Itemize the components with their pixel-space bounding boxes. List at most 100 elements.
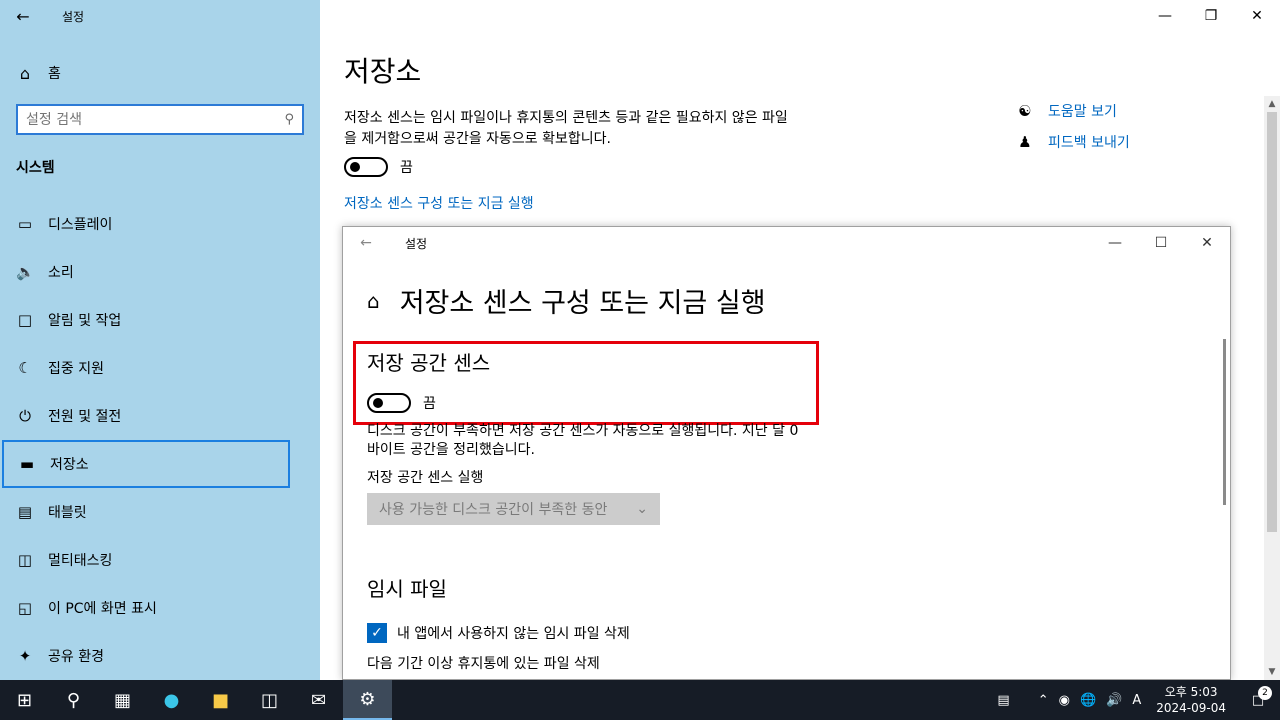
scrollbar-thumb[interactable]	[1267, 112, 1277, 532]
sidebar-item-notifications[interactable]: □ 알림 및 작업	[0, 296, 320, 344]
feedback-link-row[interactable]: ♟ 피드백 보내기	[1016, 132, 1130, 152]
sidebar-item-label: 집중 지원	[48, 361, 104, 377]
minimize-button[interactable]: —	[1142, 0, 1188, 32]
clock-date: 2024-09-04	[1156, 701, 1226, 715]
child-header: ⌂ 저장소 센스 구성 또는 지금 실행	[367, 281, 766, 320]
dropdown-value: 사용 가능한 디스크 공간이 부족한 동안	[379, 502, 608, 518]
store-button[interactable]: ◫	[245, 680, 294, 720]
sidebar-item-label: 멀티태스킹	[48, 553, 113, 569]
sidebar-item-label: 이 PC에 화면 표시	[48, 601, 157, 617]
sidebar-item-power[interactable]: ⏻ 전원 및 절전	[0, 392, 320, 440]
sidebar-item-display[interactable]: ▭ 디스플레이	[0, 200, 320, 248]
home-icon[interactable]: ⌂	[367, 289, 380, 313]
chevron-down-icon: ⌄	[636, 501, 648, 517]
clock[interactable]: 오후 5:03 2024-09-04	[1146, 684, 1236, 716]
storage-sense-window: ← 설정 — ☐ ✕ ⌂ 저장소 센스 구성 또는 지금 실행 저장 공간 센스…	[342, 226, 1231, 680]
network-icon[interactable]: 🌐	[1075, 693, 1101, 708]
delete-temp-files-row[interactable]: ✓ 내 앱에서 사용하지 않는 임시 파일 삭제	[367, 623, 630, 643]
storage-sense-toggle[interactable]	[367, 393, 411, 413]
search-button[interactable]: ⚲	[49, 680, 98, 720]
taskbar: ⊞ ⚲ ▦ ● ■ ◫ ✉ ⚙ ▤ ⌃ ◉ 🌐 🔊 A 오후 5:03 2024…	[0, 680, 1280, 720]
store-icon: ◫	[260, 689, 278, 711]
volume-icon[interactable]: 🔊	[1101, 693, 1127, 708]
window-title: 설정	[62, 9, 85, 24]
settings-taskbar-button[interactable]: ⚙	[343, 680, 392, 720]
windows-logo-icon: ⊞	[16, 689, 33, 711]
storage-description: 저장소 센스는 임시 파일이나 휴지통의 콘텐츠 등과 같은 필요하지 않은 파…	[344, 110, 788, 147]
news-icon[interactable]: ▤	[992, 693, 1014, 708]
help-link[interactable]: 도움말 보기	[1048, 101, 1117, 121]
chevron-up-icon[interactable]: ⌃	[1033, 693, 1054, 708]
configure-storage-sense-link[interactable]: 저장소 센스 구성 또는 지금 실행	[344, 193, 534, 213]
home-label: 홈	[48, 66, 61, 82]
ime-indicator[interactable]: A	[1127, 693, 1146, 708]
power-icon: ⏻	[19, 407, 31, 425]
search-input[interactable]	[26, 111, 285, 128]
task-view-button[interactable]: ▦	[98, 680, 147, 720]
storage-icon: ▬	[19, 455, 35, 473]
back-button[interactable]: ←	[0, 0, 46, 32]
storage-sense-toggle[interactable]	[344, 157, 388, 177]
gear-icon: ⚙	[359, 688, 376, 710]
file-explorer-button[interactable]: ■	[196, 680, 245, 720]
child-page-title: 저장소 센스 구성 또는 지금 실행	[399, 288, 766, 319]
search-icon: ⚲	[66, 689, 81, 711]
sidebar-item-label: 전원 및 절전	[48, 409, 122, 425]
edge-button[interactable]: ●	[147, 680, 196, 720]
close-button[interactable]: ✕	[1234, 0, 1280, 32]
sidebar-item-label: 디스플레이	[48, 217, 113, 233]
meet-icon[interactable]: ◉	[1054, 693, 1075, 708]
feedback-link[interactable]: 피드백 보내기	[1048, 132, 1130, 152]
help-chat-icon: ☯	[1018, 102, 1032, 120]
minimize-icon: —	[1158, 8, 1172, 24]
run-storage-sense-label: 저장 공간 센스 실행	[367, 470, 484, 486]
child-minimize-button[interactable]: —	[1092, 227, 1138, 259]
delete-temp-files-checkbox[interactable]: ✓	[367, 623, 387, 643]
sidebar-item-label: 소리	[48, 265, 74, 281]
sidebar-item-storage[interactable]: ▬ 저장소	[2, 440, 290, 488]
start-button[interactable]: ⊞	[0, 680, 49, 720]
child-window-title: 설정	[405, 236, 428, 251]
temporary-files-title: 임시 파일	[367, 577, 447, 601]
home-nav-item[interactable]: ⌂ 홈	[0, 54, 320, 92]
arrow-left-icon[interactable]: ←	[343, 235, 389, 251]
scroll-down-icon[interactable]: ▼	[1264, 664, 1280, 680]
sidebar-item-focus-assist[interactable]: ☾ 집중 지원	[0, 344, 320, 392]
title-bar: ← 설정	[0, 0, 320, 32]
task-view-icon: ▦	[113, 689, 131, 711]
child-maximize-button[interactable]: ☐	[1138, 227, 1184, 259]
sidebar-item-label: 공유 환경	[48, 649, 104, 665]
system-tray: ▤ ⌃ ◉ 🌐 🔊 A 오후 5:03 2024-09-04 □ 2	[992, 680, 1280, 720]
moon-icon: ☾	[18, 359, 32, 377]
mail-icon: ✉	[310, 689, 327, 711]
monitor-icon: ▭	[17, 215, 33, 233]
scroll-up-icon[interactable]: ▲	[1264, 96, 1280, 112]
child-close-button[interactable]: ✕	[1184, 227, 1230, 259]
storage-sense-title: 저장 공간 센스	[367, 351, 491, 375]
sidebar-item-multitasking[interactable]: ◫ 멀티태스킹	[0, 536, 320, 584]
restore-button[interactable]: ❐	[1188, 0, 1234, 32]
sidebar-item-shared[interactable]: ✦ 공유 환경	[0, 632, 320, 680]
home-icon: ⌂	[19, 63, 31, 83]
run-storage-sense-dropdown[interactable]: 사용 가능한 디스크 공간이 부족한 동안 ⌄	[367, 493, 660, 525]
storage-sense-toggle-row: 끔	[344, 157, 413, 177]
recycle-bin-label: 다음 기간 이상 휴지통에 있는 파일 삭제	[367, 656, 600, 672]
action-center-button[interactable]: □ 2	[1236, 685, 1280, 708]
help-link-row[interactable]: ☯ 도움말 보기	[1016, 101, 1117, 121]
close-icon: ✕	[1201, 235, 1213, 251]
notification-count: 2	[1258, 685, 1272, 700]
main-scrollbar[interactable]: ▲ ▼	[1264, 96, 1280, 680]
sidebar-item-tablet[interactable]: ▤ 태블릿	[0, 488, 320, 536]
toggle-state-label: 끔	[400, 160, 413, 176]
child-scrollbar[interactable]	[1223, 339, 1226, 505]
folder-icon: ■	[211, 689, 229, 711]
tablet-icon: ▤	[17, 503, 33, 521]
notification-icon: □	[17, 311, 33, 329]
restore-icon: ❐	[1204, 8, 1218, 24]
mail-button[interactable]: ✉	[294, 680, 343, 720]
sidebar-item-sound[interactable]: 🔈 소리	[0, 248, 320, 296]
settings-sidebar: ← 설정 ⌂ 홈 ⚲ 시스템 ▭ 디스플레이 🔈 소리 □ 알림 및 작업 ☾ …	[0, 0, 320, 680]
sidebar-item-project[interactable]: ◱ 이 PC에 화면 표시	[0, 584, 320, 632]
speaker-icon: 🔈	[16, 263, 35, 281]
settings-search-box[interactable]: ⚲	[16, 104, 304, 135]
